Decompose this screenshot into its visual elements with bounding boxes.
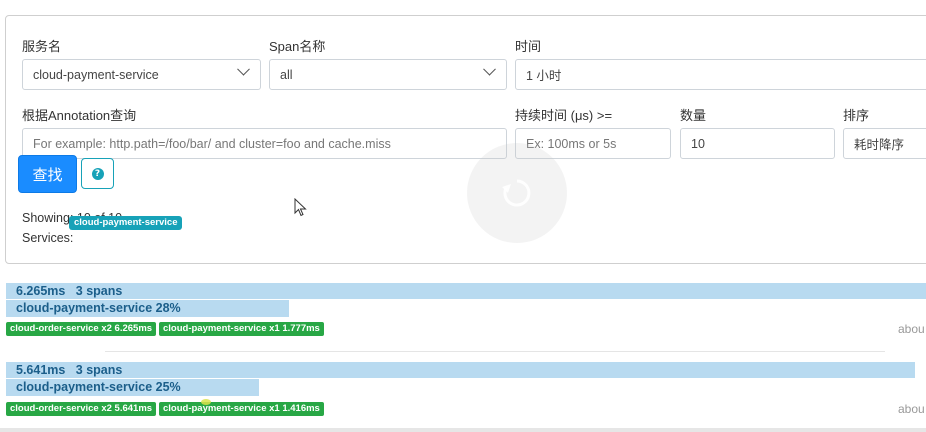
question-circle-icon: ? — [91, 167, 104, 180]
limit-value: 10 — [691, 136, 705, 151]
services-badge[interactable]: cloud-payment-service — [69, 216, 183, 230]
chevron-down-icon — [237, 62, 250, 76]
bottom-edge — [0, 428, 926, 432]
chevron-down-icon — [483, 62, 496, 76]
trace-service-tag: cloud-payment-service x1 1.777ms — [159, 322, 324, 336]
trace-service-bar[interactable]: cloud-payment-service 25% — [6, 379, 259, 396]
trace-duration-bar[interactable]: 5.641ms 3 spans — [6, 362, 915, 378]
trace-service-bar[interactable]: cloud-payment-service 28% — [6, 300, 289, 317]
mouse-cursor-icon — [294, 198, 307, 217]
sort-label: 排序 — [843, 108, 870, 123]
sort-value: 耗时降序 — [854, 138, 905, 152]
trace-divider — [105, 351, 885, 352]
search-button[interactable]: 查找 — [18, 155, 77, 193]
limit-label: 数量 — [680, 108, 707, 123]
span-name-label: Span名称 — [269, 39, 326, 54]
limit-input[interactable]: 10 — [680, 128, 835, 159]
trace-service-tag: cloud-order-service x2 5.641ms — [6, 402, 157, 416]
span-name-value: all — [280, 67, 293, 82]
trace-service-tag: cloud-payment-service x1 1.416ms — [159, 402, 324, 416]
span-name-select[interactable]: all — [269, 59, 507, 90]
highlight-marker — [201, 399, 211, 405]
time-range-value: 1 小时 — [526, 69, 562, 83]
annotation-query-label: 根据Annotation查询 — [22, 108, 137, 123]
trace-service-tag: cloud-order-service x2 6.265ms — [6, 322, 157, 336]
trace-timestamp: abou — [898, 322, 925, 336]
help-button[interactable]: ? — [81, 158, 114, 189]
time-range-select[interactable]: 1 小时 — [515, 59, 926, 90]
services-label: Services: — [22, 231, 74, 245]
trace-timestamp: abou — [898, 402, 925, 416]
service-name-label: 服务名 — [22, 39, 62, 54]
service-name-value: cloud-payment-service — [33, 67, 159, 82]
duration-label: 持续时间 (μs) >= — [515, 108, 613, 123]
sort-select[interactable]: 耗时降序 — [843, 128, 926, 159]
trace-duration-bar[interactable]: 6.265ms 3 spans — [6, 283, 926, 299]
replay-icon — [502, 179, 531, 207]
annotation-query-placeholder: For example: http.path=/foo/bar/ and clu… — [33, 136, 391, 151]
time-label: 时间 — [515, 39, 542, 54]
annotation-query-input[interactable]: For example: http.path=/foo/bar/ and clu… — [22, 128, 507, 159]
service-name-select[interactable]: cloud-payment-service — [22, 59, 261, 90]
